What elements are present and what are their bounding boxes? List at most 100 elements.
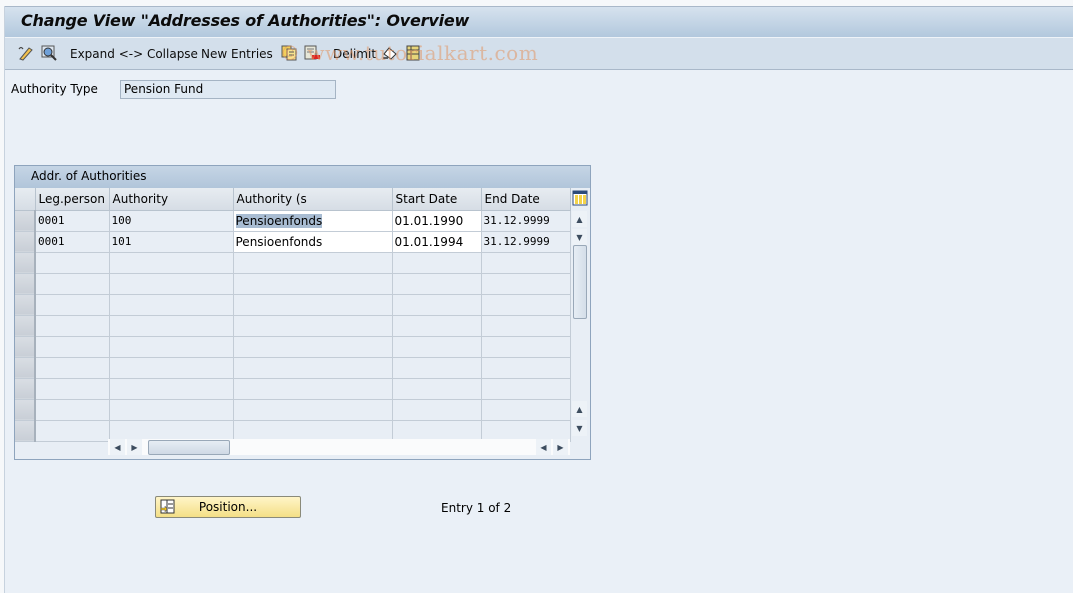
select-all-icon[interactable] xyxy=(405,44,423,62)
cell-authority-short[interactable] xyxy=(233,357,393,379)
column-header-leg-person[interactable]: Leg.person xyxy=(35,188,110,211)
cell-authority-short[interactable] xyxy=(233,252,393,274)
display-change-icon[interactable] xyxy=(17,44,35,62)
cell-authority xyxy=(109,336,234,358)
row-selector[interactable] xyxy=(15,294,36,316)
cell-end-date xyxy=(481,294,571,316)
position-icon xyxy=(160,499,175,514)
column-config-icon[interactable] xyxy=(572,190,588,206)
scroll-down-button[interactable]: ▼ xyxy=(572,229,587,245)
sap-screen: Change View "Addresses of Authorities": … xyxy=(4,6,1073,593)
horizontal-scroll-thumb[interactable] xyxy=(148,440,230,455)
cell-authority-short[interactable]: Pensioenfonds xyxy=(233,210,393,232)
delimit-button[interactable]: Delimit xyxy=(333,45,376,63)
cell-start-date[interactable] xyxy=(392,336,482,358)
table-row xyxy=(15,399,571,421)
row-selector[interactable] xyxy=(15,252,36,274)
row-selector[interactable] xyxy=(15,210,36,232)
cell-start-date[interactable]: 01.01.1994 xyxy=(392,231,482,253)
row-selector[interactable] xyxy=(15,357,36,379)
cell-authority-short[interactable] xyxy=(233,378,393,400)
table-row xyxy=(15,336,571,358)
cell-text: 01.01.1994 xyxy=(394,234,464,249)
cell-authority: 100 xyxy=(109,210,234,232)
title-bar: Change View "Addresses of Authorities": … xyxy=(5,6,1073,37)
cell-leg-person xyxy=(35,315,110,337)
table-row xyxy=(15,315,571,337)
table-control: Addr. of Authorities Leg.person Authorit… xyxy=(14,165,591,460)
row-selector[interactable] xyxy=(15,273,36,295)
table-row xyxy=(15,273,571,295)
cell-start-date[interactable] xyxy=(392,420,482,442)
table-header-row: Leg.person Authority Authority (s Start … xyxy=(15,188,571,211)
horizontal-scrollbar[interactable]: ◀ ▶ ◀ ▶ xyxy=(108,439,570,455)
cell-leg-person xyxy=(35,399,110,421)
cell-text: 100 xyxy=(111,214,132,227)
cell-start-date[interactable] xyxy=(392,315,482,337)
find-icon[interactable] xyxy=(40,44,58,62)
cell-start-date[interactable] xyxy=(392,357,482,379)
cell-start-date[interactable] xyxy=(392,378,482,400)
row-selector[interactable] xyxy=(15,420,36,442)
cell-start-date[interactable] xyxy=(392,399,482,421)
column-left-button[interactable]: ◀ xyxy=(536,439,551,455)
cell-authority-short[interactable] xyxy=(233,273,393,295)
column-header-authority-short[interactable]: Authority (s xyxy=(233,188,393,211)
cell-authority-short[interactable] xyxy=(233,315,393,337)
vertical-scroll-thumb[interactable] xyxy=(573,245,587,319)
cell-authority xyxy=(109,315,234,337)
cell-authority xyxy=(109,294,234,316)
cell-authority-short[interactable] xyxy=(233,399,393,421)
application-toolbar: Expand <-> Collapse New Entries Delimit … xyxy=(5,37,1073,70)
cell-leg-person xyxy=(35,294,110,316)
cell-leg-person xyxy=(35,420,110,442)
row-selector[interactable] xyxy=(15,315,36,337)
column-right-button[interactable]: ▶ xyxy=(553,439,568,455)
scroll-right-button[interactable]: ▶ xyxy=(127,439,142,455)
cell-authority-short[interactable] xyxy=(233,420,393,442)
cell-authority xyxy=(109,252,234,274)
page-title: Change View "Addresses of Authorities": … xyxy=(21,11,470,30)
page-down-button[interactable]: ▼ xyxy=(572,420,587,436)
row-selector[interactable] xyxy=(15,231,36,253)
scroll-up-button[interactable]: ▲ xyxy=(572,211,587,227)
cell-start-date[interactable] xyxy=(392,273,482,295)
row-selector[interactable] xyxy=(15,399,36,421)
copy-as-icon[interactable] xyxy=(280,44,298,62)
cell-start-date[interactable] xyxy=(392,252,482,274)
cell-text: 01.01.1990 xyxy=(394,213,464,228)
authorities-table: Leg.person Authority Authority (s Start … xyxy=(15,188,571,442)
cell-authority-short[interactable] xyxy=(233,336,393,358)
column-header-authority[interactable]: Authority xyxy=(109,188,234,211)
cell-end-date: 31.12.9999 xyxy=(481,231,571,253)
cell-start-date[interactable]: 01.01.1990 xyxy=(392,210,482,232)
expand-collapse-button[interactable]: Expand <-> Collapse xyxy=(70,45,198,63)
cell-authority xyxy=(109,399,234,421)
new-entries-button[interactable]: New Entries xyxy=(201,45,273,63)
scroll-left-button[interactable]: ◀ xyxy=(110,439,125,455)
cell-end-date: 31.12.9999 xyxy=(481,210,571,232)
cell-text: 101 xyxy=(111,235,132,248)
table-row: 0001 100 Pensioenfonds 01.01.1990 31.12.9999 xyxy=(15,210,571,232)
select-all-header[interactable] xyxy=(15,188,36,211)
column-header-start-date[interactable]: Start Date xyxy=(392,188,482,211)
cell-authority xyxy=(109,273,234,295)
cell-end-date xyxy=(481,273,571,295)
cell-authority xyxy=(109,357,234,379)
vertical-scrollbar[interactable]: ▲ ▼ ▲ ▼ xyxy=(572,211,589,437)
cell-authority-short[interactable] xyxy=(233,294,393,316)
column-header-end-date[interactable]: End Date xyxy=(481,188,571,211)
undo-change-icon[interactable] xyxy=(381,44,399,62)
cell-text: 31.12.9999 xyxy=(483,214,550,227)
row-selector[interactable] xyxy=(15,378,36,400)
cell-authority-short[interactable]: Pensioenfonds xyxy=(233,231,393,253)
position-button[interactable]: Position... xyxy=(155,496,301,518)
cell-authority xyxy=(109,378,234,400)
page-up-button[interactable]: ▲ xyxy=(572,401,587,417)
row-selector[interactable] xyxy=(15,336,36,358)
cell-leg-person xyxy=(35,357,110,379)
authority-type-label: Authority Type xyxy=(11,82,98,96)
cell-start-date[interactable] xyxy=(392,294,482,316)
delete-icon[interactable] xyxy=(303,44,321,62)
cell-end-date xyxy=(481,378,571,400)
